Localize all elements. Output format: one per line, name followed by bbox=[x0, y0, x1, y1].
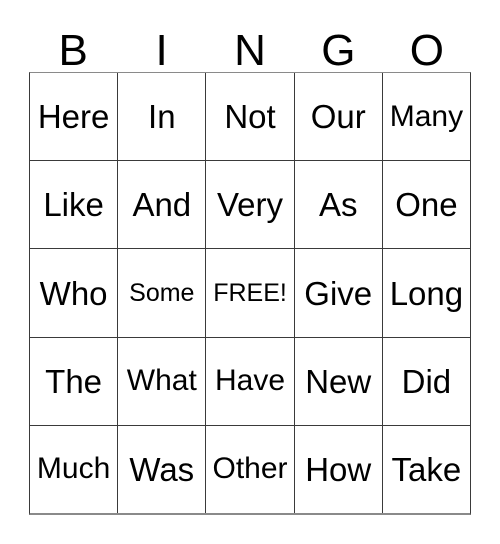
header-letter-o: O bbox=[409, 25, 444, 75]
bingo-cell[interactable]: What bbox=[117, 337, 206, 425]
bingo-row: The What Have New Did bbox=[30, 336, 471, 425]
bingo-cell-label: New bbox=[305, 362, 372, 400]
header-letter-n: N bbox=[234, 25, 266, 75]
bingo-cell-label: What bbox=[126, 364, 197, 398]
bingo-cell-label: In bbox=[148, 98, 176, 136]
bingo-cell-label: Who bbox=[39, 274, 108, 312]
bingo-cell-label: Much bbox=[36, 452, 111, 486]
bingo-cell[interactable]: Many bbox=[381, 73, 471, 161]
header-letter-g: G bbox=[321, 25, 356, 75]
bingo-cell[interactable]: The bbox=[30, 337, 118, 425]
bingo-header: B I N G O bbox=[29, 22, 471, 72]
bingo-cell-label: Other bbox=[212, 452, 288, 486]
bingo-cell-label: Give bbox=[304, 274, 373, 312]
bingo-row: Here In Not Our Many bbox=[30, 73, 471, 161]
bingo-cell[interactable]: Was bbox=[117, 425, 206, 514]
bingo-cell[interactable]: In bbox=[117, 73, 206, 161]
bingo-cell[interactable]: Not bbox=[205, 73, 294, 161]
bingo-cell[interactable]: And bbox=[117, 161, 206, 249]
bingo-cell[interactable]: Much bbox=[30, 425, 118, 514]
bingo-cell[interactable]: Who bbox=[30, 249, 118, 337]
bingo-cell-label: Our bbox=[310, 98, 366, 136]
bingo-cell-label: One bbox=[395, 186, 458, 224]
header-cell-b: B bbox=[29, 22, 117, 72]
bingo-cell[interactable]: How bbox=[293, 425, 382, 514]
bingo-cell-label: Here bbox=[37, 98, 110, 136]
header-letter-b: B bbox=[58, 25, 88, 75]
bingo-cell-label: As bbox=[318, 186, 358, 224]
bingo-cell[interactable]: Here bbox=[30, 73, 118, 161]
bingo-cell-label: The bbox=[45, 362, 103, 400]
bingo-cell[interactable]: Very bbox=[205, 161, 294, 249]
bingo-cell[interactable]: Did bbox=[381, 337, 471, 425]
header-cell-n: N bbox=[206, 22, 294, 72]
bingo-cell[interactable]: As bbox=[293, 161, 382, 249]
bingo-cell-label: And bbox=[132, 186, 192, 224]
bingo-cell-label: Not bbox=[224, 98, 276, 136]
bingo-cell-label: Was bbox=[129, 450, 195, 488]
bingo-cell[interactable]: Some bbox=[117, 249, 206, 337]
bingo-row: Who Some FREE! Give Long bbox=[30, 248, 471, 337]
bingo-cell[interactable]: Like bbox=[30, 161, 118, 249]
bingo-card: B I N G O Here In Not Our Many Like And … bbox=[0, 0, 500, 544]
bingo-cell[interactable]: Have bbox=[205, 337, 294, 425]
bingo-cell-label: Long bbox=[389, 274, 464, 312]
bingo-cell[interactable]: Other bbox=[205, 425, 294, 514]
bingo-cell[interactable]: Take bbox=[381, 425, 471, 514]
bingo-cell-label: Like bbox=[43, 186, 104, 224]
bingo-grid: Here In Not Our Many Like And Very As On… bbox=[29, 72, 471, 515]
bingo-cell[interactable]: Long bbox=[381, 249, 471, 337]
bingo-cell[interactable]: Our bbox=[293, 73, 382, 161]
header-cell-i: I bbox=[117, 22, 205, 72]
bingo-row: Much Was Other How Take bbox=[30, 424, 471, 514]
bingo-cell-free-space[interactable]: FREE! bbox=[205, 249, 294, 337]
bingo-cell-label: How bbox=[305, 450, 372, 488]
bingo-cell[interactable]: One bbox=[381, 161, 471, 249]
bingo-cell[interactable]: New bbox=[293, 337, 382, 425]
header-cell-o: O bbox=[383, 22, 471, 72]
bingo-cell-label: Some bbox=[129, 278, 195, 307]
bingo-cell-label: Did bbox=[401, 362, 452, 400]
bingo-row: Like And Very As One bbox=[30, 160, 471, 249]
bingo-cell-label: Many bbox=[389, 99, 464, 133]
bingo-cell-label: Take bbox=[391, 450, 462, 488]
bingo-cell-label: Have bbox=[214, 364, 286, 398]
header-cell-g: G bbox=[294, 22, 382, 72]
header-letter-i: I bbox=[155, 25, 168, 75]
bingo-cell[interactable]: Give bbox=[293, 249, 382, 337]
bingo-cell-label: Very bbox=[216, 186, 284, 224]
bingo-cell-label: FREE! bbox=[213, 278, 287, 307]
